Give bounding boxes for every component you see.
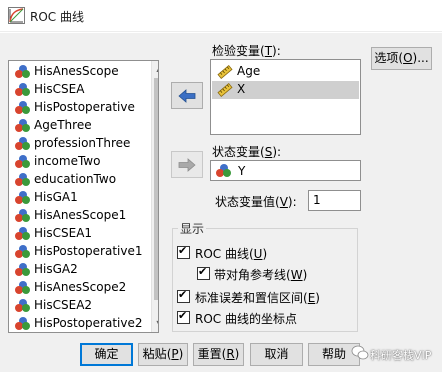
nominal-variable-icon bbox=[15, 317, 31, 331]
scroll-down-icon[interactable]: ▼ bbox=[152, 316, 158, 332]
nominal-variable-icon bbox=[15, 227, 31, 241]
title-bar: ROC 曲线 bbox=[0, 0, 442, 32]
source-variable-list[interactable]: HisAnesScope HisCSEA HisPostoperative AgeTh… bbox=[8, 60, 159, 333]
test-variable-name: X bbox=[237, 82, 246, 96]
source-variable-name: HisPostoperative1 bbox=[34, 244, 143, 258]
nominal-variable-icon bbox=[15, 263, 31, 277]
nominal-variable-icon bbox=[216, 164, 232, 178]
arrow-left-icon bbox=[178, 88, 196, 103]
source-variable-item[interactable]: educationTwo bbox=[9, 171, 149, 189]
reset-button[interactable]: 重置(R) bbox=[193, 343, 244, 366]
watermark-text: 科研客栈VIP bbox=[370, 349, 432, 362]
source-variable-item[interactable]: HisCSEA bbox=[9, 81, 149, 99]
window-title: ROC 曲线 bbox=[30, 10, 84, 24]
test-variable-item-selected[interactable]: X bbox=[212, 81, 359, 99]
test-variable-name: Age bbox=[237, 64, 261, 78]
source-variable-name: AgeThree bbox=[34, 118, 92, 132]
stderr-ci-label: 标准误差和置信区间(E) bbox=[195, 291, 320, 305]
nominal-variable-icon bbox=[15, 281, 31, 295]
roc-coordinates-label: ROC 曲线的坐标点 bbox=[195, 312, 297, 326]
state-variable-field[interactable]: Y bbox=[210, 160, 361, 181]
source-variable-item[interactable]: HisCSEA2 bbox=[9, 297, 149, 315]
roc-curve-checkbox[interactable] bbox=[177, 244, 190, 259]
source-variable-item[interactable]: incomeTwo bbox=[9, 153, 149, 171]
nominal-variable-icon bbox=[15, 245, 31, 259]
scale-variable-icon bbox=[217, 83, 233, 97]
source-variable-item[interactable]: HisAnesScope2 bbox=[9, 279, 149, 297]
source-variable-item[interactable]: professionThree bbox=[9, 135, 149, 153]
nominal-variable-icon bbox=[15, 209, 31, 223]
arrow-right-icon bbox=[178, 157, 196, 172]
source-variable-item[interactable]: HisPostoperative1 bbox=[9, 243, 149, 261]
nominal-variable-icon bbox=[15, 155, 31, 169]
scale-variable-icon bbox=[217, 65, 233, 79]
source-variable-name: HisAnesScope1 bbox=[34, 208, 127, 222]
source-variable-name: incomeTwo bbox=[34, 154, 101, 168]
source-variable-name: HisAnesScope bbox=[34, 64, 119, 78]
source-variable-name: HisCSEA1 bbox=[34, 226, 93, 240]
source-list-scrollbar[interactable]: ▲ ▼ bbox=[151, 61, 158, 332]
cancel-button[interactable]: 取消 bbox=[250, 343, 303, 366]
nominal-variable-icon bbox=[15, 119, 31, 133]
options-button[interactable]: 选项(O)... bbox=[371, 47, 432, 70]
roc-chart-icon bbox=[8, 7, 25, 24]
source-variable-name: HisAnesScope2 bbox=[34, 280, 127, 294]
roc-curve-label: ROC 曲线(U) bbox=[195, 247, 268, 261]
source-variable-item[interactable]: HisAnesScope1 bbox=[9, 207, 149, 225]
nominal-variable-icon bbox=[15, 191, 31, 205]
source-variable-name: HisPostoperative bbox=[34, 100, 135, 114]
source-variable-name: professionThree bbox=[34, 136, 131, 150]
diagonal-reference-label: 带对角参考线(W) bbox=[214, 268, 308, 282]
nominal-variable-icon bbox=[15, 173, 31, 187]
source-variable-item[interactable]: HisGA1 bbox=[9, 189, 149, 207]
test-variable-list[interactable]: Age X bbox=[210, 59, 361, 135]
stderr-ci-checkbox[interactable] bbox=[177, 288, 190, 303]
nominal-variable-icon bbox=[15, 83, 31, 97]
paste-button[interactable]: 粘贴(P) bbox=[138, 343, 188, 366]
wechat-logo-icon bbox=[351, 345, 369, 360]
display-group-legend: 显示 bbox=[178, 220, 207, 237]
source-variable-name: HisPostoperative2 bbox=[34, 316, 143, 330]
source-variable-item[interactable]: HisCSEA1 bbox=[9, 225, 149, 243]
source-variable-name: HisCSEA2 bbox=[34, 298, 93, 312]
source-variable-name: HisGA1 bbox=[34, 190, 78, 204]
source-variable-item[interactable]: HisAnesScope bbox=[9, 63, 149, 81]
nominal-variable-icon bbox=[15, 65, 31, 79]
source-variable-name: educationTwo bbox=[34, 172, 117, 186]
nominal-variable-icon bbox=[15, 101, 31, 115]
diagonal-reference-checkbox[interactable] bbox=[197, 265, 210, 280]
state-value-input[interactable]: 1 bbox=[308, 190, 361, 211]
source-variable-name: HisCSEA bbox=[34, 82, 85, 96]
test-variable-label: 检验变量(T): bbox=[212, 44, 281, 58]
move-to-test-button[interactable] bbox=[171, 82, 203, 109]
scroll-up-icon[interactable]: ▲ bbox=[152, 61, 158, 77]
test-variable-item[interactable]: Age bbox=[212, 63, 359, 81]
roc-coordinates-checkbox[interactable] bbox=[177, 309, 190, 324]
scrollbar-thumb[interactable] bbox=[154, 78, 158, 300]
source-variable-item[interactable]: AgeThree bbox=[9, 117, 149, 135]
source-variable-item[interactable]: HisGA2 bbox=[9, 261, 149, 279]
source-variable-item[interactable]: HisPostoperative2 bbox=[9, 315, 149, 332]
source-variable-item[interactable]: HisPostoperative bbox=[9, 99, 149, 117]
state-value-label: 状态变量值(V): bbox=[215, 195, 297, 209]
nominal-variable-icon bbox=[15, 137, 31, 151]
nominal-variable-icon bbox=[15, 299, 31, 313]
move-to-state-button[interactable] bbox=[171, 151, 203, 178]
state-variable-value: Y bbox=[238, 164, 246, 178]
state-variable-label: 状态变量(S): bbox=[212, 145, 282, 159]
ok-button[interactable]: 确定 bbox=[80, 343, 133, 366]
source-variable-name: HisGA2 bbox=[34, 262, 78, 276]
